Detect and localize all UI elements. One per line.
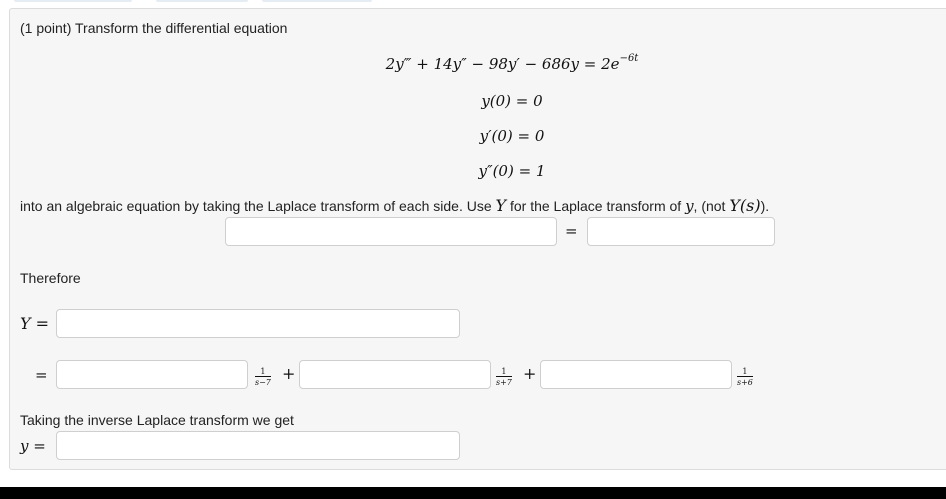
therefore-label: Therefore [20, 270, 81, 286]
top-tab[interactable] [14, 0, 132, 2]
bottom-bar [0, 487, 946, 499]
initial-condition-y-prime: y′(0) = 0 [479, 127, 545, 145]
instruction-end: ). [760, 198, 770, 214]
Ys-symbol: Y(s) [729, 196, 761, 215]
laplace-rhs-input[interactable] [587, 217, 775, 246]
plus-sign-1: + [282, 364, 296, 383]
fraction-1-numerator: 1 [255, 367, 271, 377]
instruction-text: into an algebraic equation by taking the… [20, 196, 770, 216]
top-tab[interactable] [156, 0, 248, 2]
partial-fraction-coefficient-1-input[interactable] [56, 360, 248, 389]
fraction-1-denominator: s−7 [255, 378, 271, 387]
y-solution-input[interactable] [56, 431, 460, 460]
problem-intro: (1 point) Transform the differential equ… [20, 20, 288, 36]
initial-condition-y-double-prime: y″(0) = 1 [478, 162, 546, 180]
y-symbol: y [685, 197, 694, 215]
equals-sign: = [565, 222, 578, 240]
initial-condition-y: y(0) = 0 [481, 92, 543, 110]
fraction-2-denominator: s+7 [496, 378, 512, 387]
Y-symbol: Y [495, 196, 507, 215]
Y-equals-label: Y = [20, 314, 50, 333]
laplace-lhs-input[interactable] [225, 217, 557, 246]
plus-sign-2: + [523, 364, 537, 383]
partial-fraction-coefficient-3-input[interactable] [540, 360, 732, 389]
equation-lhs: 2y‴ + 14y″ − 98y′ − 686y = 2e [385, 55, 620, 73]
fraction-3-denominator: s+6 [737, 378, 753, 387]
y-equals-label: y = [20, 437, 46, 455]
fraction-3-numerator: 1 [737, 367, 753, 377]
Y-expression-input[interactable] [56, 309, 460, 338]
inverse-transform-label: Taking the inverse Laplace transform we … [20, 412, 294, 428]
differential-equation: 2y‴ + 14y″ − 98y′ − 686y = 2e−6t [10, 53, 946, 73]
instruction-part-2: for the Laplace transform of [509, 198, 682, 214]
instruction-part-1: into an algebraic equation by taking the… [20, 198, 492, 214]
problem-panel: (1 point) Transform the differential equ… [9, 8, 946, 470]
top-tab-strip [0, 0, 946, 3]
instruction-part-3: , (not [693, 198, 726, 214]
top-tab[interactable] [262, 0, 372, 2]
fraction-3: 1 s+6 [737, 367, 753, 387]
equation-exponent: −6t [619, 53, 639, 64]
fraction-2: 1 s+7 [496, 367, 512, 387]
fraction-1: 1 s−7 [255, 367, 271, 387]
partial-fraction-coefficient-2-input[interactable] [299, 360, 491, 389]
equals-label: = [35, 366, 48, 384]
fraction-2-numerator: 1 [496, 367, 512, 377]
